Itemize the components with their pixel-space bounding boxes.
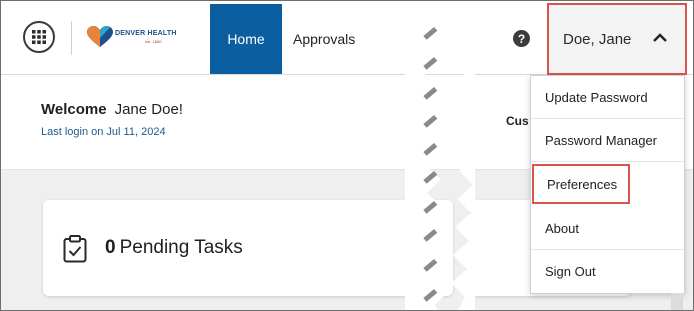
torn-edge-divider [405, 1, 475, 310]
scrollbar[interactable] [671, 293, 683, 310]
pending-tasks-label: 0 Pending Tasks [105, 237, 243, 259]
welcome-label: Welcome [41, 101, 107, 118]
grid-icon [32, 30, 46, 44]
clipboard-check-icon [63, 235, 87, 263]
tab-approvals[interactable]: Approvals [293, 4, 355, 74]
denver-health-logo[interactable]: DENVER HEALTH est. 1860 [87, 25, 197, 55]
app-launcher-button[interactable] [23, 21, 55, 53]
chevron-up-icon [653, 33, 667, 42]
app-window: DENVER HEALTH est. 1860 Home Approvals ?… [0, 0, 694, 311]
menu-item-about[interactable]: About [531, 207, 684, 250]
logo-subtext: est. 1860 [145, 39, 162, 44]
welcome-user-name: Jane Doe! [114, 101, 183, 118]
top-nav-bar: DENVER HEALTH est. 1860 Home Approvals ?… [1, 1, 693, 75]
user-menu-button[interactable]: Doe, Jane [547, 3, 687, 75]
menu-item-sign-out[interactable]: Sign Out [531, 250, 684, 293]
customize-link-partial[interactable]: Cus [506, 114, 529, 128]
logo-text: DENVER HEALTH [115, 30, 177, 37]
tab-home[interactable]: Home [210, 4, 282, 74]
menu-item-update-password[interactable]: Update Password [531, 76, 684, 119]
user-dropdown-menu: Update Password Password Manager Prefere… [530, 75, 685, 294]
user-name: Doe, Jane [563, 30, 632, 48]
menu-item-password-manager[interactable]: Password Manager [531, 119, 684, 162]
welcome-heading: Welcome Jane Doe! [41, 101, 183, 118]
pending-tasks-count: 0 [105, 237, 116, 258]
last-login-text: Last login on Jul 11, 2024 [41, 126, 166, 138]
heart-logo-icon [87, 26, 113, 47]
menu-item-preferences[interactable]: Preferences [532, 164, 630, 204]
help-icon[interactable]: ? [513, 30, 530, 47]
pending-tasks-text: Pending Tasks [119, 237, 243, 258]
nav-divider [71, 21, 72, 55]
